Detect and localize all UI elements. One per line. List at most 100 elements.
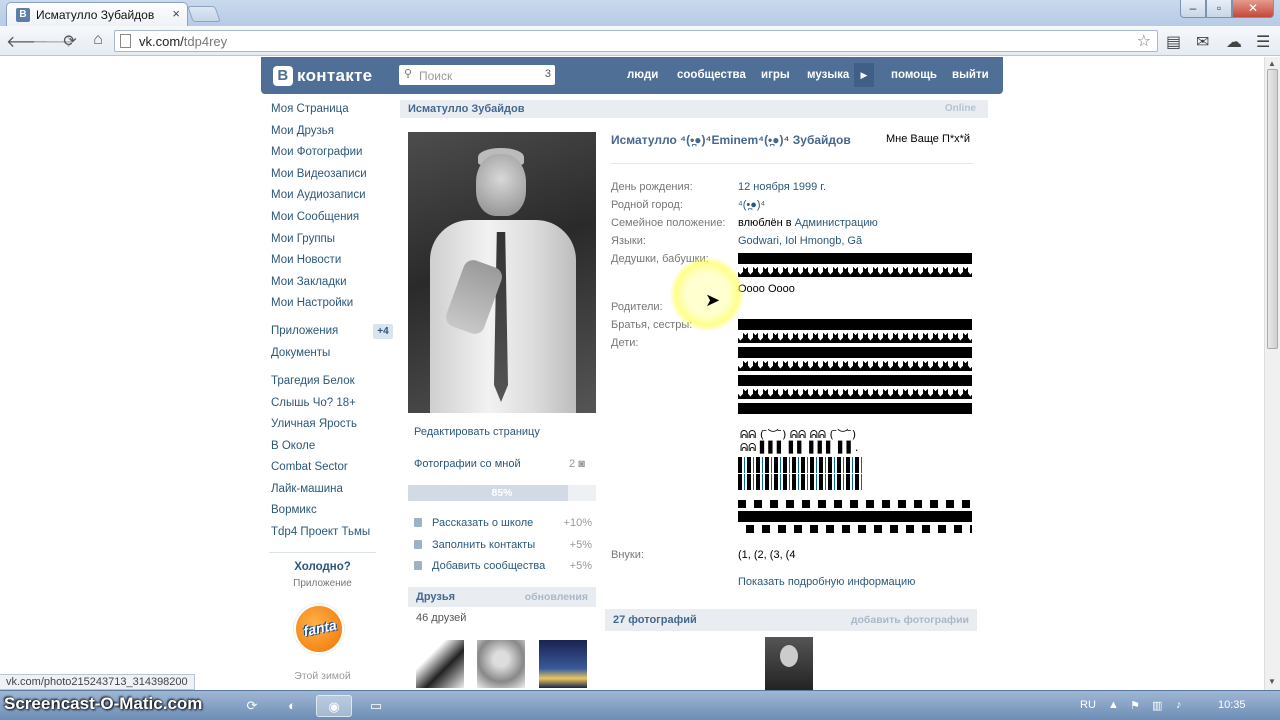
profile-status[interactable]: Мне Ваще П*х*й (886, 133, 970, 145)
edit-page-link[interactable]: Редактировать страницу (414, 426, 540, 438)
bookmark-star-icon[interactable]: ☆ (1137, 31, 1151, 51)
ad-title[interactable]: Холодно? (269, 561, 376, 573)
profile-full-name: Исматулло ⁴(•̪●)⁴Eminem⁴(•̪●)⁴ Зубайдов (611, 133, 851, 147)
close-window-button[interactable]: ✕ (1232, 0, 1274, 18)
minimize-button[interactable]: – (1180, 0, 1206, 18)
clock[interactable]: 10:35 (1218, 699, 1246, 711)
group-link[interactable]: В Околе (271, 440, 315, 452)
menu-my-videos[interactable]: Мои Видеозаписи (271, 168, 367, 180)
group-link[interactable]: Tdp4 Проект Тьмы (271, 526, 370, 538)
forward-arrow-icon[interactable]: 🡒 (32, 31, 75, 52)
photos-header[interactable]: 27 фотографий добавить фотографии (605, 609, 977, 631)
nav-help[interactable]: помощь (891, 69, 937, 81)
apps-badge[interactable]: +4 (373, 324, 393, 339)
scroll-thumb[interactable] (1267, 69, 1278, 349)
menu-wrench-icon[interactable]: ☰ (1256, 32, 1270, 52)
mail-extension-icon[interactable]: ✉ (1196, 32, 1209, 52)
suggest-communities[interactable]: Добавить сообщества (414, 560, 545, 572)
friend-thumbnail[interactable] (416, 640, 464, 688)
group-link[interactable]: Вормикс (271, 504, 317, 516)
menu-my-audio[interactable]: Мои Аудиозаписи (271, 189, 366, 201)
group-link[interactable]: Уличная Ярость (271, 418, 357, 430)
friend-thumbnail[interactable] (477, 640, 525, 688)
profile-avatar[interactable] (408, 132, 596, 413)
home-icon[interactable]: ⌂ (88, 31, 108, 49)
nav-games[interactable]: игры (761, 69, 790, 81)
info-birthday[interactable]: 12 ноября 1999 г. (738, 181, 826, 193)
language-indicator[interactable]: RU (1080, 699, 1096, 711)
new-tab-button[interactable] (187, 6, 221, 22)
taskbar-chrome-icon[interactable]: ◉ (316, 695, 352, 717)
group-link[interactable]: Трагедия Белок (271, 375, 355, 387)
vk-logo[interactable]: В контакте (273, 65, 372, 87)
tray-network-icon[interactable]: ▥ (1152, 699, 1162, 712)
scroll-up-icon[interactable]: ▲ (1268, 59, 1276, 68)
suggest-contacts[interactable]: Заполнить контакты (414, 539, 535, 551)
menu-my-groups[interactable]: Мои Группы (271, 233, 335, 245)
search-input[interactable]: ⚲ Поиск 3 (399, 65, 555, 85)
group-link[interactable]: Слышь Чо? 18+ (271, 397, 356, 409)
fanta-logo-icon[interactable]: fanta (294, 604, 344, 654)
menu-my-bookmarks[interactable]: Мои Закладки (271, 276, 347, 288)
page-scrollbar[interactable]: ▲ ▼ (1264, 57, 1280, 690)
info-languages[interactable]: Godwari, Iol Hmongb, Gã (738, 235, 862, 247)
nav-people[interactable]: люди (627, 69, 658, 81)
tray-flag-icon[interactable]: ⚑ (1130, 699, 1140, 712)
reload-icon[interactable]: ⟳ (60, 31, 80, 51)
address-bar[interactable]: vk.com/tdp4rey ☆ (114, 30, 1158, 52)
art-block (738, 253, 972, 264)
vk-header: В контакте ⚲ Поиск 3 люди сообщества игр… (261, 57, 1003, 94)
friend-thumbnail[interactable] (539, 640, 587, 688)
page-viewport: В контакте ⚲ Поиск 3 люди сообщества игр… (0, 57, 1280, 690)
info-relationship: влюблён в Администрацию (738, 217, 878, 229)
group-link[interactable]: Лайк-машина (271, 483, 343, 495)
suggest-school[interactable]: Рассказать о школе (414, 517, 533, 529)
add-photos-link[interactable]: добавить фотографии (851, 614, 969, 626)
menu-documents[interactable]: Документы (271, 347, 330, 359)
art-kaomoji: ᕱᕱ ▌▌▌ ▌▌ ▌▌▌ ▌▌. (740, 441, 859, 454)
taskbar-app-icon[interactable]: ◐ (274, 695, 310, 717)
relationship-link[interactable]: Администрацию (795, 217, 878, 229)
show-more-info-link[interactable]: Показать подробную информацию (738, 576, 915, 588)
info-grandchildren: (1, (2, (3, (4 (738, 549, 796, 561)
menu-my-news[interactable]: Мои Новости (271, 254, 341, 266)
art-checker (738, 500, 972, 508)
menu-my-settings[interactable]: Мои Настройки (271, 297, 353, 309)
nav-logout[interactable]: выйти (952, 69, 989, 81)
suggest-pct: +10% (563, 517, 592, 529)
friends-header[interactable]: Друзья обновления (408, 587, 596, 607)
browser-tab[interactable]: В Исматулло Зубайдов × (6, 2, 188, 26)
window-titlebar: В Исматулло Зубайдов × – ▫ ✕ (0, 0, 1280, 26)
nav-music[interactable]: музыка (807, 69, 849, 81)
menu-my-messages[interactable]: Мои Сообщения (271, 211, 359, 223)
info-hometown[interactable]: ⁴(•̪●)⁴ (738, 199, 765, 211)
scroll-down-icon[interactable]: ▼ (1268, 677, 1276, 686)
friends-count[interactable]: 46 друзей (416, 612, 466, 624)
fanta-logo-text: fanta (301, 616, 339, 640)
cloud-extension-icon[interactable]: ☁ (1226, 32, 1242, 52)
tray-volume-icon[interactable]: ♪ (1176, 699, 1182, 711)
friends-updates-link[interactable]: обновления (525, 591, 588, 603)
tray-arrow-icon[interactable]: ▲ (1108, 699, 1119, 711)
tab-title: Исматулло Зубайдов (36, 8, 155, 22)
relationship-prefix: влюблён в (738, 217, 795, 229)
group-link[interactable]: Combat Sector (271, 461, 348, 473)
menu-my-photos[interactable]: Мои Фотографии (271, 146, 362, 158)
menu-apps[interactable]: Приложения (271, 325, 338, 337)
tab-close-icon[interactable]: × (172, 6, 180, 21)
menu-my-page[interactable]: Моя Страница (271, 103, 349, 115)
nav-communities[interactable]: сообщества (677, 69, 746, 81)
info-grandparents: Oooo Oooo (738, 283, 795, 295)
photos-with-me-link[interactable]: Фотографии со мной (414, 458, 521, 470)
url-text[interactable]: vk.com/tdp4rey (139, 34, 227, 49)
taskbar-window-icon[interactable]: ▭ (358, 695, 394, 717)
reader-icon[interactable]: ▤ (1166, 32, 1181, 52)
music-play-icon[interactable]: ▶ (854, 63, 874, 87)
photo-thumbnail[interactable] (765, 637, 813, 691)
back-arrow-icon[interactable]: 🡐 (6, 31, 49, 52)
vk-favicon-icon: В (16, 8, 30, 22)
maximize-button[interactable]: ▫ (1206, 0, 1232, 18)
info-label: Родной город: (611, 199, 683, 211)
taskbar-app-icon[interactable]: ⟳ (234, 695, 270, 717)
menu-my-friends[interactable]: Мои Друзья (271, 125, 334, 137)
